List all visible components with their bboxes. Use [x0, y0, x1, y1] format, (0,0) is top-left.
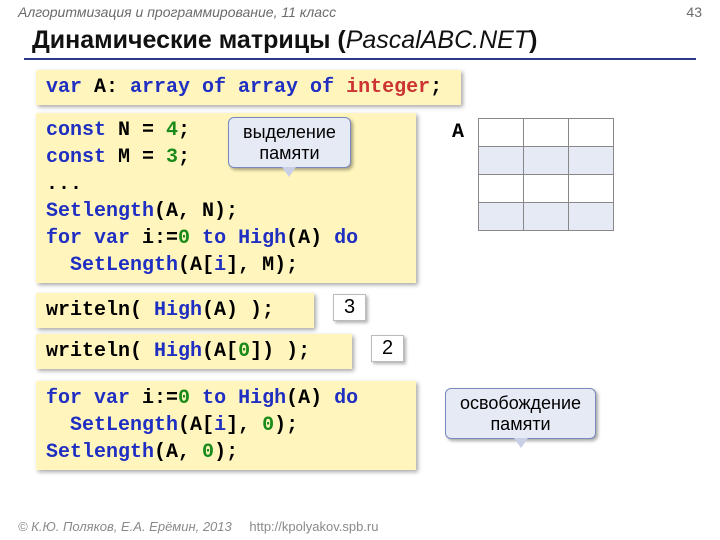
code-declare: var A: array of array of integer;: [36, 70, 461, 105]
title-paren-close: ): [529, 26, 537, 54]
title-pascal: PascalABC.NET: [346, 26, 529, 54]
title-main: Динамические матрицы: [32, 26, 337, 54]
footer-url: http://kpolyakov.spb.ru: [249, 519, 378, 534]
matrix-grid: [478, 118, 614, 231]
result-high-a0: 2: [371, 335, 404, 362]
matrix-label: A: [452, 121, 464, 144]
callout-allocation: выделение памяти: [228, 117, 351, 168]
course-header: Алгоритмизация и программирование, 11 кл…: [18, 4, 336, 20]
slide-title: Динамические матрицы (PascalABC.NET): [32, 26, 537, 55]
title-paren-open: (: [337, 26, 345, 54]
footer-author: © К.Ю. Поляков, Е.А. Ерёмин, 2013: [18, 519, 232, 534]
callout-free: освобождение памяти: [445, 388, 596, 439]
page-number: 43: [686, 4, 702, 20]
title-underline: [24, 58, 696, 60]
result-high-a: 3: [333, 294, 366, 321]
code-high-a: writeln( High(A) );: [36, 293, 314, 328]
footer: © К.Ю. Поляков, Е.А. Ерёмин, 2013 http:/…: [18, 519, 378, 534]
code-free: for var i:=0 to High(A) do SetLength(A[i…: [36, 381, 416, 470]
code-allocate: const N = 4; const M = 3; ... Setlength(…: [36, 113, 416, 283]
code-high-a0: writeln( High(A[0]) );: [36, 334, 352, 369]
